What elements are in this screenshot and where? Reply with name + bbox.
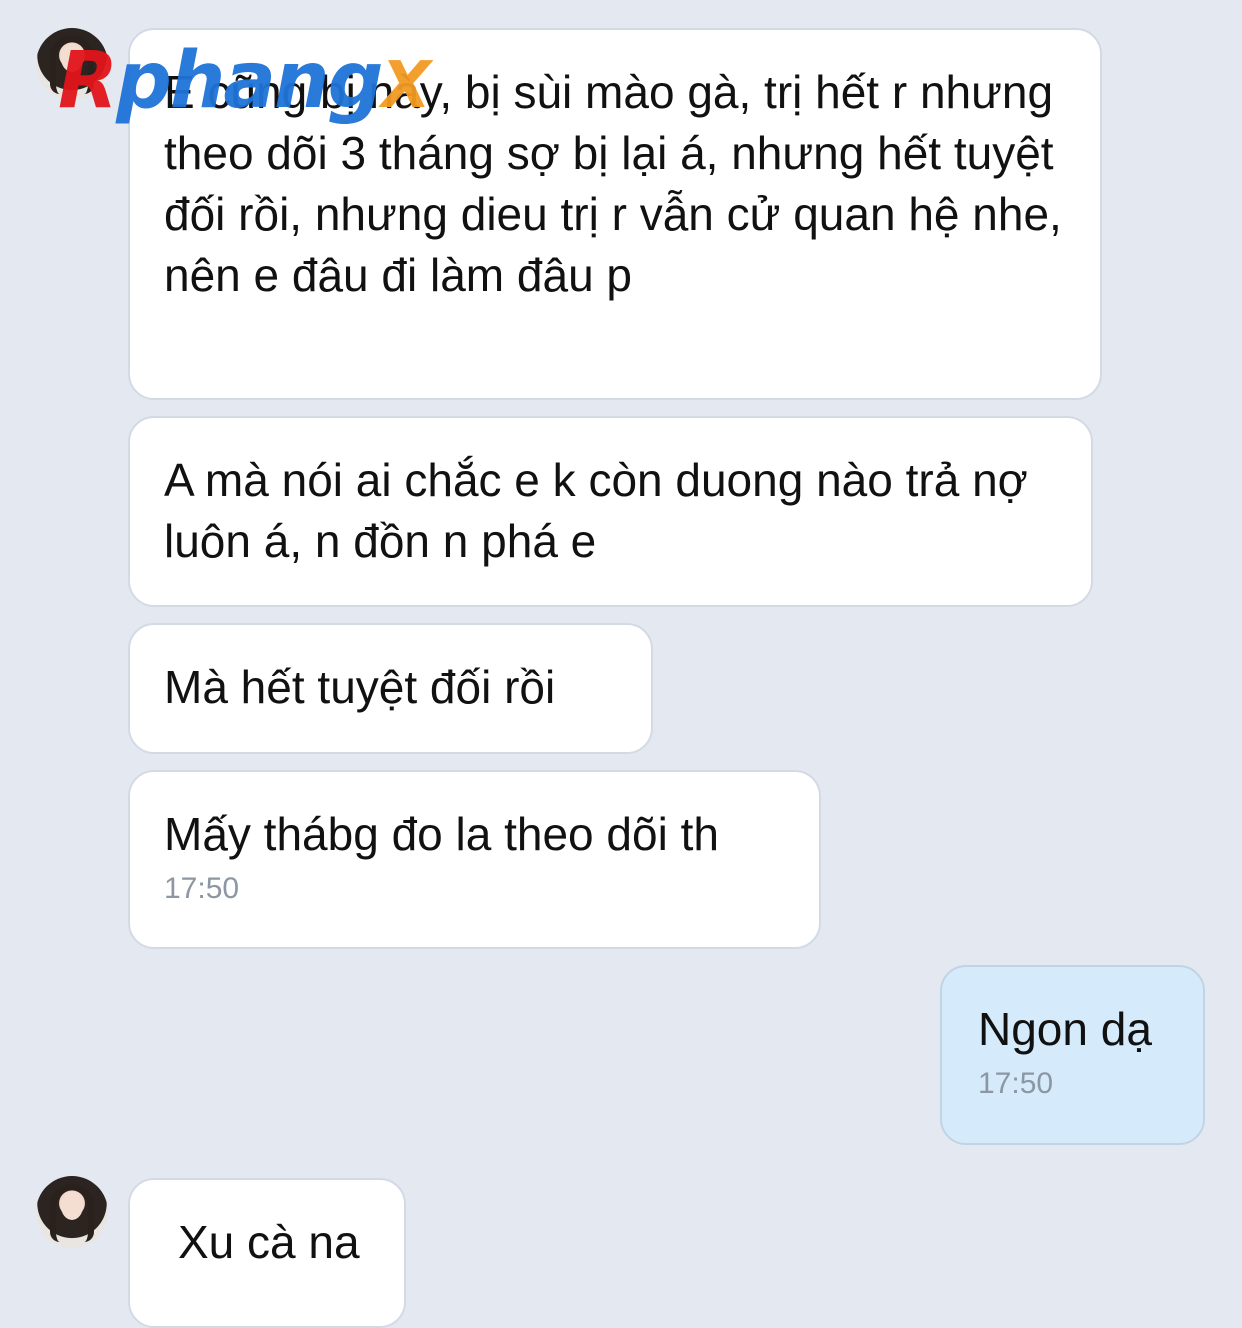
- outgoing-message-bubble[interactable]: Ngon dạ 17:50: [940, 965, 1205, 1145]
- message-text: A mà nói ai chắc e k còn duong nào trả n…: [164, 454, 1028, 567]
- message-timestamp: 17:50: [978, 1067, 1054, 1100]
- incoming-message-bubble[interactable]: Mấy thábg đo la theo dõi th 17:50: [128, 770, 821, 949]
- incoming-message-bubble[interactable]: A mà nói ai chắc e k còn duong nào trả n…: [128, 416, 1093, 607]
- avatar-face: [61, 44, 83, 72]
- incoming-message-bubble[interactable]: Mà hết tuyệt đối rồi: [128, 623, 653, 754]
- message-timestamp: 17:50: [164, 872, 240, 905]
- avatar-face: [61, 1192, 83, 1220]
- message-text: Ngon dạ: [978, 1003, 1152, 1055]
- incoming-message-bubble[interactable]: E cũng bị này, bị sùi mào gà, trị hết r …: [128, 28, 1102, 400]
- message-text: Mấy thábg đo la theo dõi th: [164, 808, 719, 860]
- contact-avatar[interactable]: [36, 1176, 108, 1248]
- message-text: Xu cà na: [178, 1216, 360, 1268]
- message-text: Mà hết tuyệt đối rồi: [164, 661, 556, 713]
- contact-avatar[interactable]: [36, 28, 108, 100]
- incoming-message-bubble[interactable]: Xu cà na: [128, 1178, 406, 1328]
- message-text: E cũng bị này, bị sùi mào gà, trị hết r …: [164, 66, 1062, 301]
